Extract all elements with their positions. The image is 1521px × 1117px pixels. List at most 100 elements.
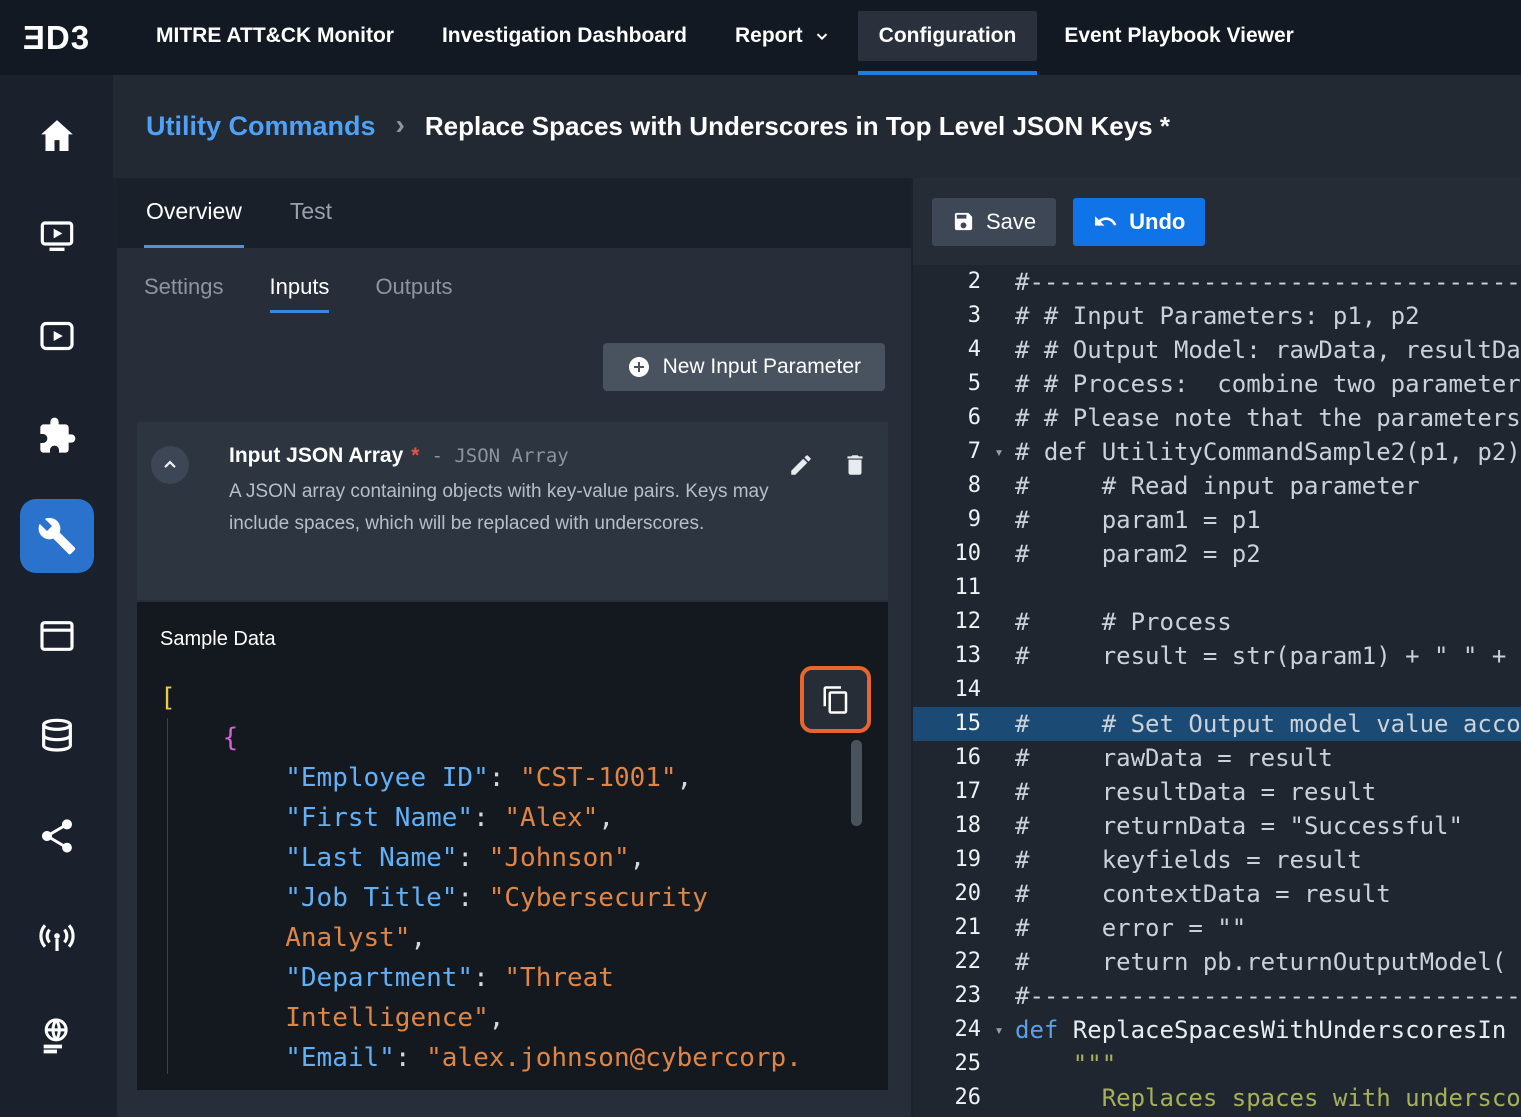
editor-line-17[interactable]: 17# resultData = result xyxy=(913,775,1521,809)
editor-line-19[interactable]: 19# keyfields = result xyxy=(913,843,1521,877)
panel-tabs: Overview Test xyxy=(117,178,911,248)
top-navigation: ƎD3 MITRE ATT&CK Monitor Investigation Da… xyxy=(0,0,1521,75)
parameter-info: Input JSON Array * - JSON Array A JSON a… xyxy=(229,444,784,600)
sidebar-item-home[interactable] xyxy=(20,99,94,173)
subtab-settings[interactable]: Settings xyxy=(144,274,224,313)
editor-line-11[interactable]: 11 xyxy=(913,571,1521,605)
breadcrumb-parent-link[interactable]: Utility Commands xyxy=(146,111,376,142)
sample-data-code[interactable]: [ { "Employee ID": "CST-1001", "First Na… xyxy=(160,678,880,1090)
sidebar-item-tools[interactable] xyxy=(20,499,94,573)
editor-line-2[interactable]: 2#--------------------------------------… xyxy=(913,265,1521,299)
new-input-parameter-label: New Input Parameter xyxy=(663,355,861,379)
editor-line-code: # param2 = p2 xyxy=(1015,537,1521,571)
sample-data-line: "Job Title": "Cybersecurity xyxy=(160,878,880,918)
nav-item-label-box: Event Playbook Viewer xyxy=(1043,11,1315,61)
antenna-icon xyxy=(37,916,77,956)
sidebar-item-window[interactable] xyxy=(20,599,94,673)
home-icon xyxy=(37,116,77,156)
editor-line-13[interactable]: 13# result = str(param1) + " " + xyxy=(913,639,1521,673)
fold-chevron-icon[interactable]: ▾ xyxy=(983,1013,1015,1047)
editor-line-23[interactable]: 23#-------------------------------------… xyxy=(913,979,1521,1013)
subtab-inputs[interactable]: Inputs xyxy=(270,274,330,313)
line-number: 10 xyxy=(913,537,983,571)
save-icon xyxy=(952,210,975,233)
save-button-label: Save xyxy=(986,209,1036,235)
editor-line-26[interactable]: 26 Replaces spaces with underscores xyxy=(913,1081,1521,1115)
line-number: 25 xyxy=(913,1047,983,1081)
editor-line-16[interactable]: 16# rawData = result xyxy=(913,741,1521,775)
sample-data-line: "Email": "alex.johnson@cybercorp. xyxy=(160,1038,880,1078)
breadcrumb: Utility Commands › Replace Spaces with U… xyxy=(113,75,1521,178)
line-number: 4 xyxy=(913,333,983,367)
editor-line-25[interactable]: 25 """ xyxy=(913,1047,1521,1081)
sample-data-scrollbar[interactable] xyxy=(851,740,862,826)
sidebar-item-antenna[interactable] xyxy=(20,899,94,973)
parameter-actions xyxy=(784,444,872,600)
nav-item-mitre-att-ck-monitor[interactable]: MITRE ATT&CK Monitor xyxy=(135,0,415,75)
nav-item-report[interactable]: Report xyxy=(714,0,852,75)
editor-line-5[interactable]: 5# # Process: combine two parameters xyxy=(913,367,1521,401)
line-number: 7 xyxy=(913,435,983,469)
editor-line-code: def ReplaceSpacesWithUnderscoresIn xyxy=(1015,1013,1521,1047)
editor-line-14[interactable]: 14 xyxy=(913,673,1521,707)
save-button[interactable]: Save xyxy=(932,198,1056,246)
nav-item-label-box: Configuration xyxy=(858,11,1038,61)
line-number: 15 xyxy=(913,707,983,741)
editor-line-10[interactable]: 10 # param2 = p2 xyxy=(913,537,1521,571)
editor-line-22[interactable]: 22# return pb.returnOutputModel( xyxy=(913,945,1521,979)
line-number: 16 xyxy=(913,741,983,775)
subtab-outputs[interactable]: Outputs xyxy=(375,274,452,313)
sample-data-line: [ xyxy=(160,678,880,718)
video-play-icon xyxy=(37,316,77,356)
input-parameter-card: Input JSON Array * - JSON Array A JSON a… xyxy=(137,422,888,600)
sidebar-item-globe-list[interactable] xyxy=(20,999,94,1073)
editor-line-4[interactable]: 4# # Output Model: rawData, resultData xyxy=(913,333,1521,367)
editor-line-12[interactable]: 12# # Process xyxy=(913,605,1521,639)
line-number: 14 xyxy=(913,673,983,707)
editor-line-18[interactable]: 18# returnData = "Successful" xyxy=(913,809,1521,843)
nav-item-event-playbook-viewer[interactable]: Event Playbook Viewer xyxy=(1043,0,1315,75)
editor-line-9[interactable]: 9# param1 = p1 xyxy=(913,503,1521,537)
nav-item-investigation-dashboard[interactable]: Investigation Dashboard xyxy=(421,0,708,75)
copy-sample-data-button[interactable] xyxy=(800,666,871,733)
nav-item-configuration[interactable]: Configuration xyxy=(858,0,1038,75)
tools-icon xyxy=(37,516,77,556)
editor-line-21[interactable]: 21# error = "" xyxy=(913,911,1521,945)
nav-item-label-box: Report xyxy=(714,11,852,61)
line-number: 13 xyxy=(913,639,983,673)
sidebar-item-share-nodes[interactable] xyxy=(20,799,94,873)
sidebar-item-monitor-play[interactable] xyxy=(20,199,94,273)
editor-line-24[interactable]: 24▾def ReplaceSpacesWithUnderscoresIn xyxy=(913,1013,1521,1047)
editor-line-code: # # Input Parameters: p1, p2 xyxy=(1015,299,1521,333)
undo-button[interactable]: Undo xyxy=(1073,198,1205,246)
sidebar-item-video-play[interactable] xyxy=(20,299,94,373)
tab-overview[interactable]: Overview xyxy=(144,178,244,248)
command-detail-panel: Overview Test Settings Inputs Outputs New I… xyxy=(117,178,911,1117)
sidebar-item-database[interactable] xyxy=(20,699,94,773)
undo-icon xyxy=(1093,209,1118,234)
delete-parameter-button[interactable] xyxy=(838,448,872,485)
code-editor[interactable]: 2#--------------------------------------… xyxy=(913,265,1521,1115)
line-number: 6 xyxy=(913,401,983,435)
editor-line-code: # # Read input parameter xyxy=(1015,469,1521,503)
editor-line-8[interactable]: 8 # # Read input parameter xyxy=(913,469,1521,503)
edit-parameter-button[interactable] xyxy=(784,448,818,485)
editor-line-7[interactable]: 7▾# def UtilityCommandSample2(p1, p2) xyxy=(913,435,1521,469)
sidebar-item-puzzle[interactable] xyxy=(20,399,94,473)
line-number: 2 xyxy=(913,265,983,299)
line-number: 8 xyxy=(913,469,983,503)
editor-line-6[interactable]: 6 # # Please note that the parameters xyxy=(913,401,1521,435)
code-editor-panel: Save Undo 2#----------------------------… xyxy=(913,178,1521,1117)
editor-line-15[interactable]: 15# # Set Output model value acco xyxy=(913,707,1521,741)
editor-line-3[interactable]: 3# # Input Parameters: p1, p2 xyxy=(913,299,1521,333)
fold-chevron-icon[interactable]: ▾ xyxy=(983,435,1015,469)
d3-logo[interactable]: ƎD3 xyxy=(0,0,113,75)
collapse-parameter-button[interactable] xyxy=(151,446,189,484)
editor-line-code: # # Please note that the parameters xyxy=(1015,401,1521,435)
editor-line-20[interactable]: 20# contextData = result xyxy=(913,877,1521,911)
panel-body: Settings Inputs Outputs New Input Paramete… xyxy=(117,248,911,1117)
new-input-parameter-button[interactable]: New Input Parameter xyxy=(603,343,885,391)
nav-item-label: MITRE ATT&CK Monitor xyxy=(156,24,394,48)
tab-test[interactable]: Test xyxy=(288,178,334,248)
parameter-name: Input JSON Array xyxy=(229,444,403,468)
